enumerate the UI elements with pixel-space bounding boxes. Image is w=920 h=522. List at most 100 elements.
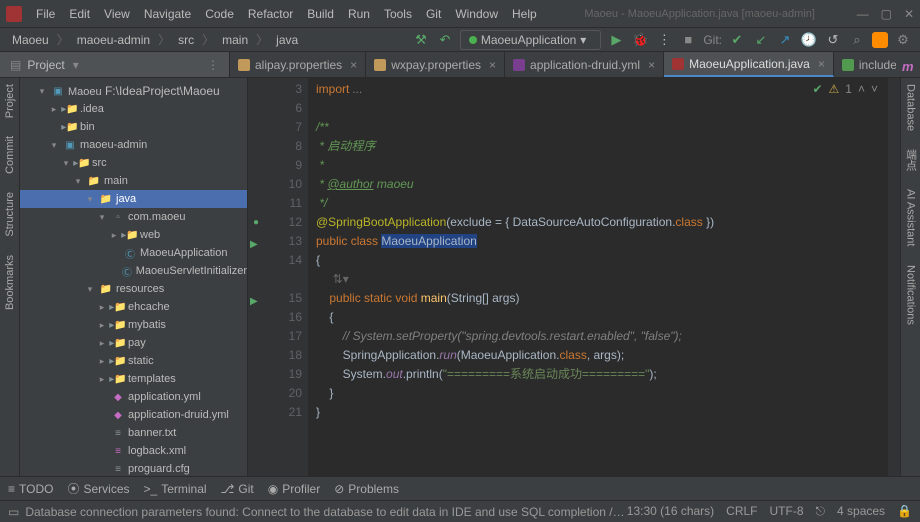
tree-twisty[interactable]: ▸ bbox=[96, 356, 108, 367]
tree-node[interactable]: ≡proguard.cfg bbox=[20, 460, 247, 476]
cursor-position[interactable]: 13:30 (16 chars) bbox=[627, 504, 714, 519]
tree-node[interactable]: ▸▸📁templates bbox=[20, 370, 247, 388]
tree-twisty[interactable]: ▸ bbox=[96, 320, 108, 331]
tree-node[interactable]: ▾▸📁src bbox=[20, 154, 247, 172]
menu-file[interactable]: File bbox=[30, 5, 61, 23]
build-icon[interactable]: ⚒ bbox=[412, 31, 430, 49]
tool-right[interactable]: AI Assistant bbox=[905, 189, 917, 246]
bottom-tab-git[interactable]: ⎇Git bbox=[221, 482, 254, 496]
chevron-down-icon[interactable]: ▾ bbox=[73, 58, 79, 72]
minimize-icon[interactable]: — bbox=[857, 7, 869, 21]
git-history-icon[interactable]: 🕗 bbox=[800, 31, 818, 49]
crumb[interactable]: java bbox=[272, 32, 302, 48]
git-push-icon[interactable]: ↗ bbox=[776, 31, 794, 49]
tool-right[interactable]: Database bbox=[905, 84, 917, 131]
project-tool-button[interactable]: ▤ Project ▾ ⋮ bbox=[0, 52, 230, 77]
tool-bookmarks[interactable]: Bookmarks bbox=[4, 255, 16, 310]
tree-node[interactable]: ▸▸📁.idea bbox=[20, 100, 247, 118]
bottom-tab-services[interactable]: ⦿Services bbox=[67, 480, 129, 497]
crumb[interactable]: main bbox=[218, 32, 252, 48]
close-tab-icon[interactable]: × bbox=[489, 58, 496, 72]
menu-git[interactable]: Git bbox=[420, 5, 447, 23]
bottom-tab-profiler[interactable]: ◉Profiler bbox=[268, 482, 321, 496]
status-icon[interactable]: ▭ bbox=[8, 505, 19, 519]
close-tab-icon[interactable]: × bbox=[818, 57, 825, 71]
menu-tools[interactable]: Tools bbox=[378, 5, 418, 23]
bottom-tab-terminal[interactable]: >_Terminal bbox=[144, 482, 207, 496]
run-config-selector[interactable]: MaoeuApplication ▾ bbox=[460, 30, 601, 50]
search-icon[interactable]: ⌕ bbox=[848, 31, 866, 49]
close-tab-icon[interactable]: × bbox=[648, 58, 655, 72]
tree-twisty[interactable]: ▸ bbox=[108, 230, 120, 241]
crumb[interactable]: maoeu-admin bbox=[73, 32, 154, 48]
tree-twisty[interactable]: ▾ bbox=[48, 140, 60, 151]
indent[interactable]: 4 spaces bbox=[837, 504, 885, 519]
close-tab-icon[interactable]: × bbox=[350, 58, 357, 72]
tree-twisty[interactable]: ▸ bbox=[96, 302, 108, 313]
encoding[interactable]: UTF-8 bbox=[770, 504, 804, 519]
tree-node[interactable]: ▸📁bin bbox=[20, 118, 247, 136]
menu-window[interactable]: Window bbox=[449, 5, 504, 23]
tree-twisty[interactable]: ▸ bbox=[48, 104, 60, 115]
crumb[interactable]: Maoeu bbox=[8, 32, 53, 48]
code-area[interactable]: import ... /** * 启动程序 * * @author maoeu … bbox=[308, 78, 888, 476]
editor-tab[interactable]: MaoeuApplication.java× bbox=[664, 52, 834, 77]
editor-tab[interactable]: include.html× bbox=[834, 52, 896, 77]
tool-commit[interactable]: Commit bbox=[4, 136, 16, 174]
git-update-icon[interactable]: ✔ bbox=[728, 31, 746, 49]
ide-settings-icon[interactable] bbox=[872, 32, 888, 48]
tool-project[interactable]: Project bbox=[4, 84, 16, 118]
editor-tab[interactable]: wxpay.properties× bbox=[366, 52, 505, 77]
minimap[interactable] bbox=[888, 78, 900, 476]
tree-node[interactable]: ▾📁main bbox=[20, 172, 247, 190]
inspection-widget[interactable]: ✔ ⚠1 ˄˅ bbox=[812, 82, 878, 96]
line-separator[interactable]: CRLF bbox=[726, 504, 757, 519]
tree-twisty[interactable]: ▾ bbox=[84, 284, 96, 295]
back-arrow-icon[interactable]: ↶ bbox=[436, 31, 454, 49]
lock-icon[interactable]: 🔒 bbox=[897, 504, 912, 519]
maximize-icon[interactable]: ▢ bbox=[881, 7, 892, 21]
git-commit-icon[interactable]: ↙ bbox=[752, 31, 770, 49]
menu-build[interactable]: Build bbox=[301, 5, 340, 23]
git-rollback-icon[interactable]: ↺ bbox=[824, 31, 842, 49]
tree-node[interactable]: ▸▸📁static bbox=[20, 352, 247, 370]
menu-code[interactable]: Code bbox=[199, 5, 240, 23]
tree-node[interactable]: ▾📁java bbox=[20, 190, 247, 208]
tree-node[interactable]: ▸▸📁web bbox=[20, 226, 247, 244]
more-run-icon[interactable]: ⋮ bbox=[655, 31, 673, 49]
tree-twisty[interactable]: ▾ bbox=[96, 212, 108, 223]
tree-twisty[interactable]: ▸ bbox=[96, 338, 108, 349]
tree-node[interactable]: ⒸMaoeuApplication bbox=[20, 244, 247, 262]
tree-node[interactable]: ⒸMaoeuServletInitializer bbox=[20, 262, 247, 280]
tree-node[interactable]: ▾▣maoeu-admin bbox=[20, 136, 247, 154]
tool-right[interactable]: 端点 bbox=[903, 149, 919, 171]
tree-node[interactable]: ≡banner.txt bbox=[20, 424, 247, 442]
editor[interactable]: ● 36789101112▶1314▶15161718192021 import… bbox=[248, 78, 900, 476]
maven-icon[interactable]: m bbox=[902, 59, 914, 71]
tool-structure[interactable]: Structure bbox=[4, 192, 16, 237]
bottom-tab-todo[interactable]: ≡TODO bbox=[8, 482, 53, 496]
tree-node[interactable]: ▸▸📁pay bbox=[20, 334, 247, 352]
gear-icon[interactable]: ⚙ bbox=[894, 31, 912, 49]
tree-node[interactable]: ▸▸📁ehcache bbox=[20, 298, 247, 316]
editor-tab[interactable]: application-druid.yml× bbox=[505, 52, 664, 77]
tree-node[interactable]: ▸▸📁mybatis bbox=[20, 316, 247, 334]
tree-node[interactable]: ≡logback.xml bbox=[20, 442, 247, 460]
crumb[interactable]: src bbox=[174, 32, 198, 48]
menu-refactor[interactable]: Refactor bbox=[242, 5, 299, 23]
tree-node[interactable]: ▾📁resources bbox=[20, 280, 247, 298]
run-icon[interactable]: ▶ bbox=[607, 31, 625, 49]
menu-edit[interactable]: Edit bbox=[63, 5, 96, 23]
project-settings-icon[interactable]: ⋮ bbox=[207, 58, 219, 72]
project-tree[interactable]: ▾▣Maoeu F:\IdeaProject\Maoeu▸▸📁.idea▸📁bi… bbox=[20, 78, 248, 476]
close-icon[interactable]: ✕ bbox=[904, 7, 914, 21]
tree-twisty[interactable]: ▾ bbox=[84, 194, 96, 205]
tree-twisty[interactable]: ▾ bbox=[60, 158, 72, 169]
tree-twisty[interactable]: ▾ bbox=[72, 176, 84, 187]
tree-twisty[interactable]: ▾ bbox=[36, 86, 48, 97]
menu-navigate[interactable]: Navigate bbox=[138, 5, 197, 23]
menu-view[interactable]: View bbox=[98, 5, 136, 23]
menu-help[interactable]: Help bbox=[506, 5, 543, 23]
tree-node[interactable]: ◆application.yml bbox=[20, 388, 247, 406]
menu-run[interactable]: Run bbox=[342, 5, 376, 23]
